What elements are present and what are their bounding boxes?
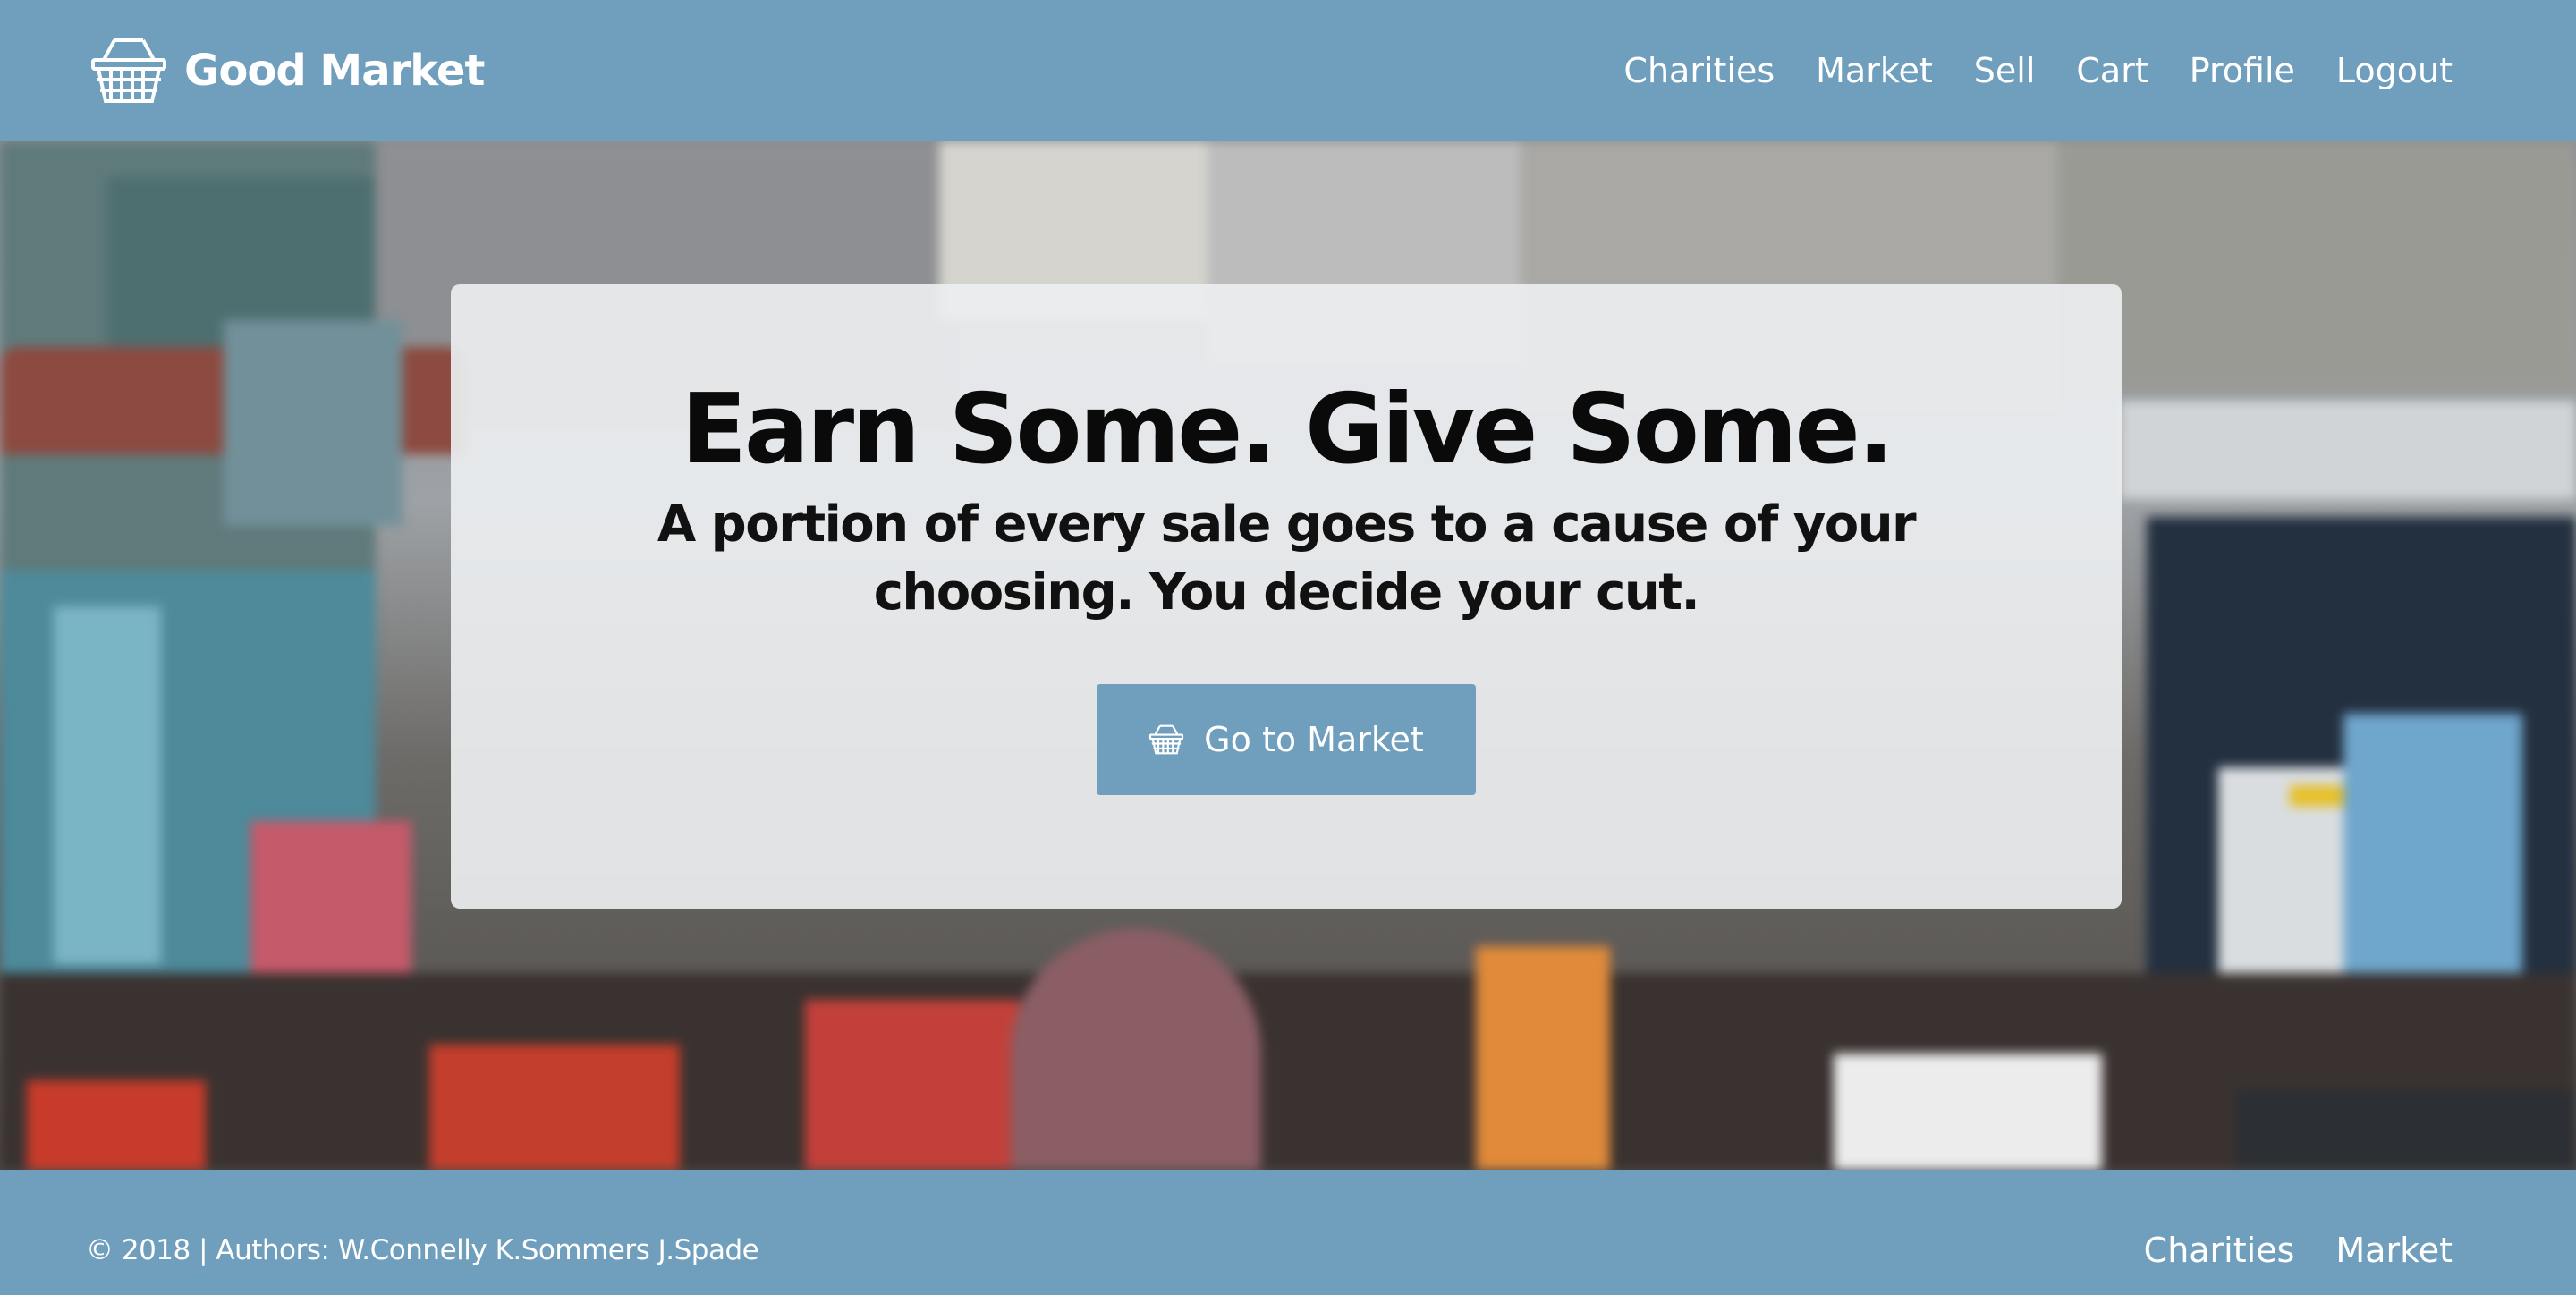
hero-subtext: A portion of every sale goes to a cause … — [657, 495, 1917, 622]
nav-sell[interactable]: Sell — [1974, 51, 2036, 90]
footer-links: Charities Market — [2144, 1231, 2453, 1270]
brand-name: Good Market — [184, 46, 485, 96]
hero-section: Earn Some. Give Some. A portion of every… — [0, 141, 2576, 1170]
footer-link-charities[interactable]: Charities — [2144, 1231, 2295, 1270]
nav-charities[interactable]: Charities — [1623, 51, 1775, 90]
go-to-market-button[interactable]: Go to Market — [1097, 684, 1476, 796]
nav-links: Charities Market Sell Cart Profile Logou… — [1623, 51, 2453, 90]
nav-cart[interactable]: Cart — [2076, 51, 2148, 90]
footer: © 2018 | Authors: W.Connelly K.Sommers J… — [0, 1170, 2576, 1295]
basket-icon — [1148, 724, 1184, 756]
go-to-market-label: Go to Market — [1204, 720, 1424, 760]
brand-link[interactable]: Good Market — [89, 0, 485, 141]
footer-link-market[interactable]: Market — [2335, 1231, 2453, 1270]
nav-profile[interactable]: Profile — [2190, 51, 2295, 90]
basket-icon — [89, 35, 168, 106]
hero-headline: Earn Some. Give Some. — [681, 374, 1894, 486]
nav-market[interactable]: Market — [1816, 51, 1933, 90]
nav-logout[interactable]: Logout — [2336, 51, 2453, 90]
top-navbar: Good Market Charities Market Sell Cart P… — [0, 0, 2576, 141]
copyright-text: © 2018 | Authors: W.Connelly K.Sommers J… — [86, 1234, 759, 1266]
hero-panel: Earn Some. Give Some. A portion of every… — [451, 284, 2122, 909]
